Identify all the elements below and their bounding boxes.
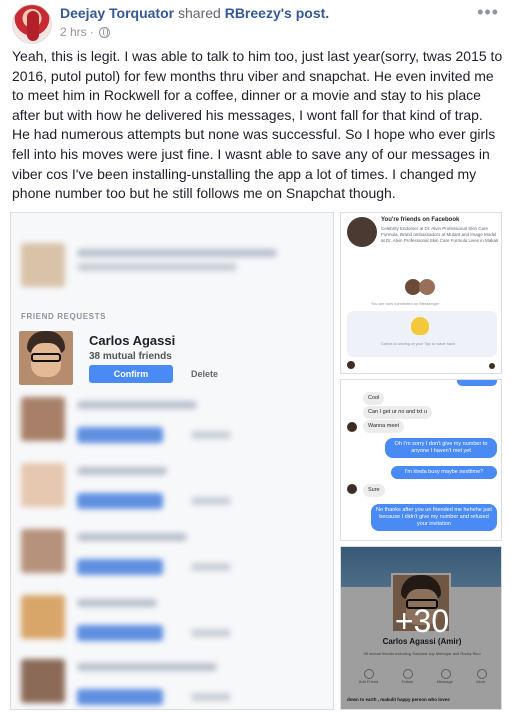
shared-post-link[interactable]: RBreezy's post. — [225, 5, 329, 21]
shared-text: shared — [178, 5, 221, 21]
confirm-button: Confirm — [89, 365, 173, 383]
author-line: Deejay Torquator shared RBreezy's post. — [60, 5, 329, 21]
meta-separator: · — [89, 25, 94, 39]
chat-avatar — [347, 422, 357, 432]
request-mutual: 38 mutual friends — [89, 351, 172, 362]
friend-requests-label: FRIEND REQUESTS — [21, 312, 107, 321]
friends-title: You're friends on Facebook — [381, 217, 460, 223]
profile-avatar — [347, 217, 377, 247]
chat-message-out: I'm kinda busy maybe nexttime? — [391, 466, 497, 479]
blurred-row — [21, 243, 321, 287]
chat-message-in: Cool — [363, 392, 385, 405]
seen-avatar — [489, 363, 495, 369]
post-time[interactable]: 2 hrs — [60, 25, 87, 39]
friend-request-card: Carlos Agassi 38 mutual friends Confirm … — [19, 325, 319, 385]
more-options-icon[interactable]: ••• — [477, 2, 499, 23]
post-meta: 2 hrs · — [60, 25, 110, 39]
author-name-link[interactable]: Deejay Torquator — [60, 5, 174, 21]
post-body-text: Yeah, this is legit. I was able to talk … — [12, 48, 503, 202]
blurred-row — [21, 463, 321, 509]
more-photos-count[interactable]: +30 — [341, 603, 501, 640]
photo-main[interactable]: FRIEND REQUESTS Carlos Agassi 38 mutual … — [10, 212, 334, 710]
chat-avatar — [347, 484, 357, 494]
profile-description: Celebrity Endorser at Dr. Alvin Professi… — [381, 226, 499, 243]
chat-message-in: Can I get ur no and txt u — [363, 406, 433, 419]
chat-message-out: Oh I'm sorry I don't give my number to a… — [385, 438, 497, 458]
delete-button: Delete — [191, 369, 219, 379]
blurred-row — [21, 659, 321, 705]
globe-icon[interactable] — [98, 26, 110, 38]
chat-message-in: Wanna meet — [363, 420, 404, 433]
wave-text: Carlos is waving at you! Tap to wave bac… — [381, 341, 456, 346]
post-header: Deejay Torquator shared RBreezy's post. … — [0, 0, 511, 44]
photo-thumb-3[interactable]: Carlos Agassi (Amir) 38 mutual friends i… — [340, 546, 502, 710]
blurred-row — [21, 529, 321, 575]
chat-message-out: No thanks after you un friended me heheh… — [371, 504, 497, 531]
photo-thumb-2[interactable]: Cool Can I get ur no and txt u Wanna mee… — [340, 379, 502, 541]
blurred-row — [21, 397, 321, 443]
chat-bubble-cut — [457, 380, 497, 386]
blurred-row — [21, 595, 321, 641]
photo-thumb-1[interactable]: You're friends on Facebook Celebrity End… — [340, 212, 502, 374]
photo-grid: FRIEND REQUESTS Carlos Agassi 38 mutual … — [10, 212, 502, 710]
profile-photo — [19, 331, 73, 385]
request-name: Carlos Agassi — [89, 333, 176, 348]
chat-message-in: Sure — [363, 484, 385, 497]
connected-text: You are now connected on Messenger — [371, 301, 440, 306]
author-avatar[interactable] — [12, 4, 52, 44]
wave-hand-icon — [411, 317, 429, 335]
chat-avatar — [347, 361, 355, 369]
avatar-pair — [405, 279, 439, 295]
